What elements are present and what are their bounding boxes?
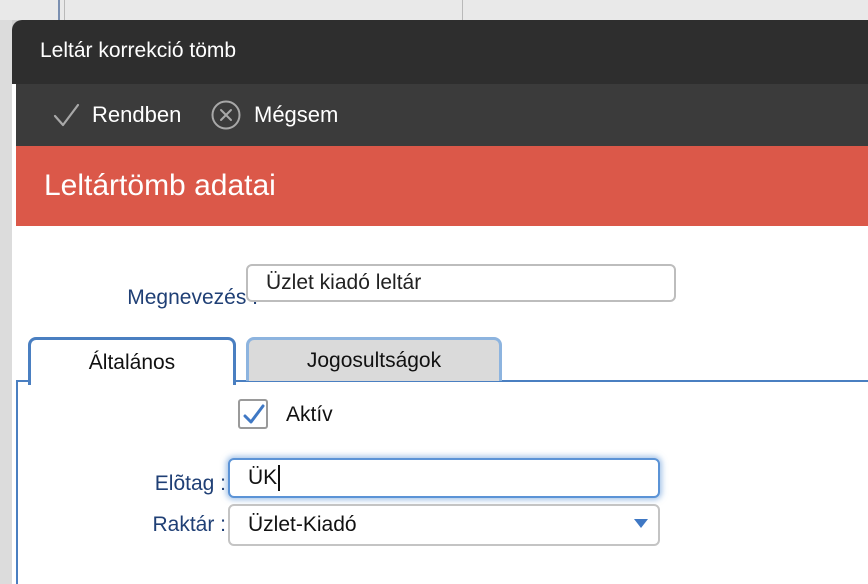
cancel-button-label: Mégsem (254, 102, 339, 127)
tab-permissions[interactable]: Jogosultságok (246, 337, 502, 381)
background-app-edge (0, 20, 12, 584)
active-checkbox[interactable] (238, 399, 268, 429)
dialog-title: Leltár korrekció tömb (40, 39, 237, 62)
form-content: Megnevezés : Üzlet kiadó leltár Általáno… (16, 226, 868, 584)
warehouse-field-label: Raktár : (152, 513, 226, 536)
background-divider (58, 0, 60, 20)
prefix-input-value: ÜK (248, 466, 278, 489)
ok-button[interactable]: Rendben (52, 98, 181, 132)
cancel-button[interactable]: Mégsem (210, 98, 338, 132)
dropdown-arrow-icon[interactable] (634, 519, 648, 528)
background-app-strip (0, 0, 868, 20)
dialog-window: Leltár korrekció tömb Rendben Mégsem Lel… (12, 20, 868, 584)
prefix-field-label: Elõtag : (154, 472, 226, 495)
background-divider (64, 0, 65, 20)
name-field-label: Megnevezés : (127, 286, 258, 309)
warehouse-select[interactable]: Üzlet-Kiadó (228, 504, 660, 546)
prefix-input[interactable]: ÜK (228, 458, 660, 498)
dialog-toolbar: Rendben Mégsem (16, 84, 868, 146)
background-divider (462, 0, 463, 20)
ok-button-label: Rendben (92, 102, 182, 127)
active-tab-joint (31, 380, 233, 384)
section-header: Leltártömb adatai (16, 146, 868, 226)
checkmark-icon (243, 404, 265, 424)
tab-permissions-label: Jogosultságok (306, 348, 442, 372)
text-caret (278, 465, 281, 491)
dialog-titlebar: Leltár korrekció tömb (12, 20, 868, 84)
tab-general[interactable]: Általános (28, 337, 236, 385)
name-input-value: Üzlet kiadó leltár (266, 271, 422, 294)
checkmark-icon (53, 103, 80, 127)
active-checkbox-label: Aktív (286, 403, 333, 426)
warehouse-select-value: Üzlet-Kiadó (248, 513, 357, 536)
close-circle-icon (211, 100, 241, 130)
tab-general-label: Általános (88, 350, 176, 374)
name-input[interactable]: Üzlet kiadó leltár (246, 264, 676, 302)
section-title: Leltártömb adatai (44, 169, 276, 202)
